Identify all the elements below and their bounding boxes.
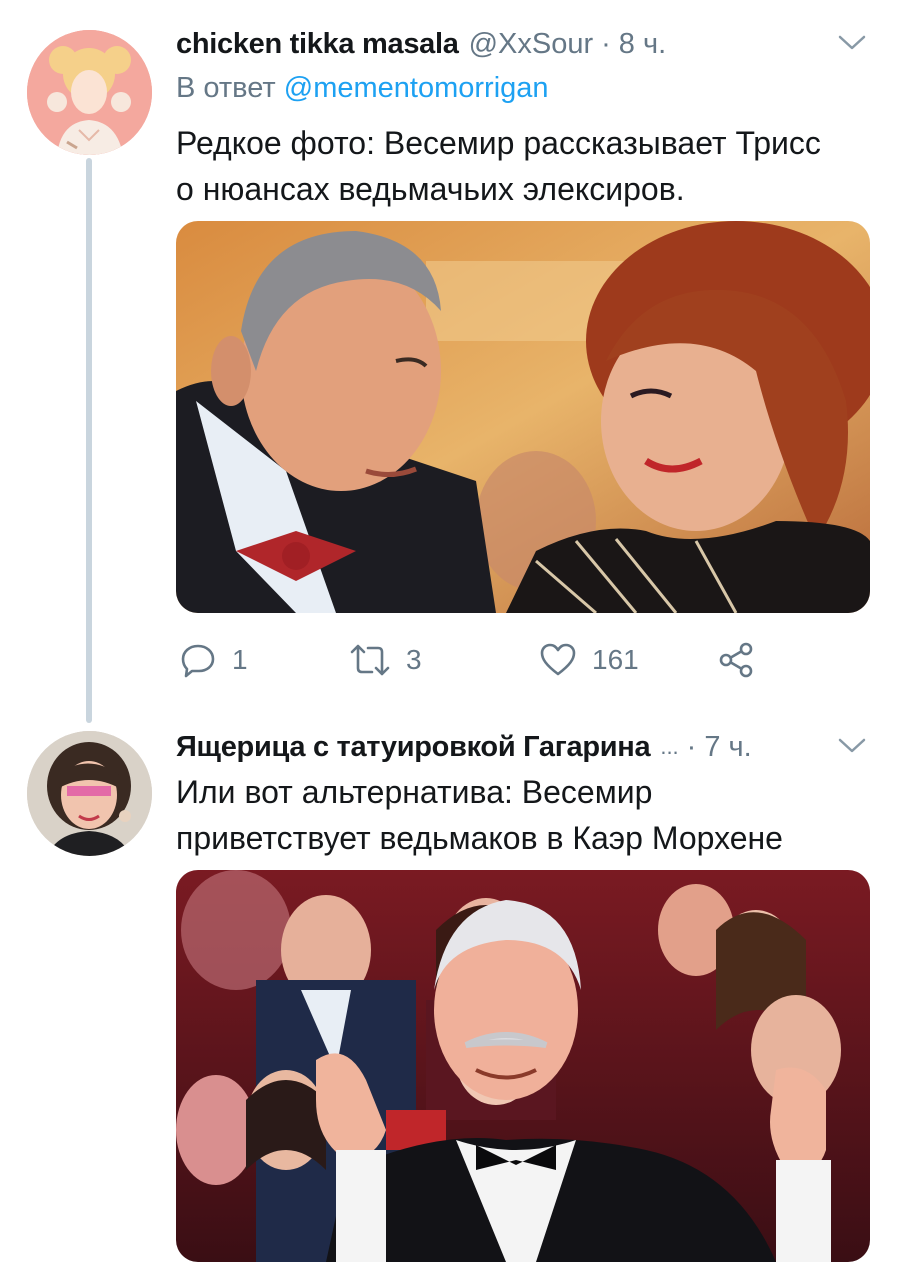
reply-count: 1 — [232, 644, 248, 675]
tweet-photo[interactable] — [176, 870, 870, 1262]
name-truncation-ellipsis: ... — [660, 734, 679, 759]
share-icon — [716, 640, 756, 680]
avatar-illustration-icon[interactable] — [27, 30, 152, 155]
chevron-down-icon[interactable] — [835, 26, 869, 60]
reply-prefix: В ответ — [176, 72, 276, 104]
tweet-text: Или вот альтернатива: Весемир приветству… — [176, 769, 873, 861]
separator-dot: · — [601, 27, 611, 60]
heart-icon — [538, 640, 578, 680]
tweet-text: Редкое фото: Весемир рассказывает Трисс … — [176, 120, 873, 212]
author-handle[interactable]: @XxSour — [469, 28, 594, 61]
reply-context: В ответ @mementomorrigan — [176, 72, 549, 105]
author-display-name[interactable]: chicken tikka masala — [176, 28, 459, 61]
chevron-down-icon[interactable] — [835, 729, 869, 763]
tweet-text-line: о нюансах ведьмачьих элексиров. — [176, 171, 685, 207]
share-button[interactable] — [716, 636, 756, 684]
retweet-icon — [348, 640, 392, 680]
tweet-actions-bar: 1 3 161 — [176, 636, 776, 684]
author-display-name[interactable]: Ящерица с татуировкой Гагарина — [176, 731, 651, 764]
thread-connector-line — [86, 158, 92, 723]
tweet-text-line: приветствует ведьмаков в Каэр Морхене — [176, 820, 783, 856]
retweet-count: 3 — [406, 644, 422, 675]
tweet-text-line: Или вот альтернатива: Весемир — [176, 774, 653, 810]
retweet-button[interactable]: 3 — [348, 636, 422, 684]
separator-dot: · — [686, 730, 697, 763]
tweet-text-line: Редкое фото: Весемир рассказывает Трисс — [176, 125, 821, 161]
tweet-header: Ящерица с татуировкой Гагарина ... · 7 ч… — [176, 727, 869, 767]
like-count: 161 — [592, 644, 639, 675]
timestamp[interactable]: 7 ч. — [704, 731, 751, 764]
tweet-1[interactable]: chicken tikka masala @XxSour · 8 ч. В от… — [0, 0, 897, 723]
tweet-photo[interactable] — [176, 221, 870, 613]
reply-mention-link[interactable]: @mementomorrigan — [284, 72, 549, 104]
avatar-photo-icon[interactable] — [27, 731, 152, 856]
like-button[interactable]: 161 — [538, 636, 639, 684]
reply-icon — [178, 640, 218, 680]
reply-button[interactable]: 1 — [178, 636, 248, 684]
timestamp[interactable]: 8 ч. — [619, 28, 666, 61]
tweet-header: chicken tikka masala @XxSour · 8 ч. — [176, 24, 869, 64]
